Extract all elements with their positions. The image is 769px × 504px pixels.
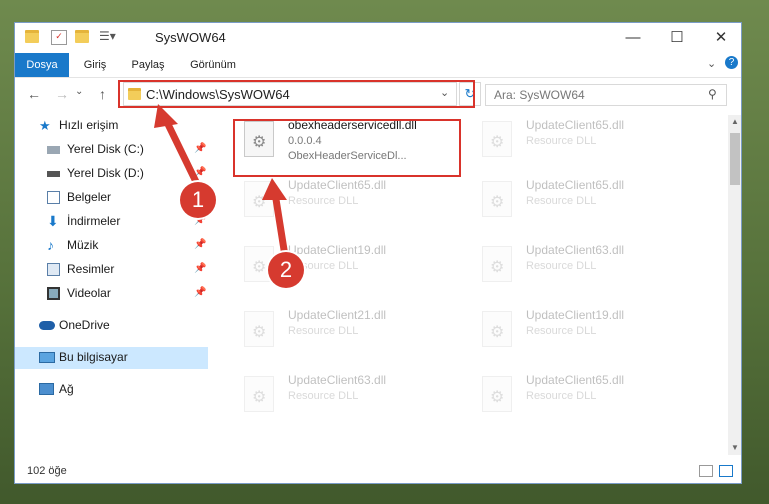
- step-badge-2: 2: [268, 252, 304, 288]
- arrow-2-shaft: [271, 189, 289, 260]
- annotation-arrows: [154, 104, 289, 260]
- step-badge-1: 1: [180, 182, 216, 218]
- arrow-1-head: [154, 104, 178, 128]
- arrow-2-head: [262, 178, 287, 200]
- arrow-1-shaft: [161, 114, 204, 194]
